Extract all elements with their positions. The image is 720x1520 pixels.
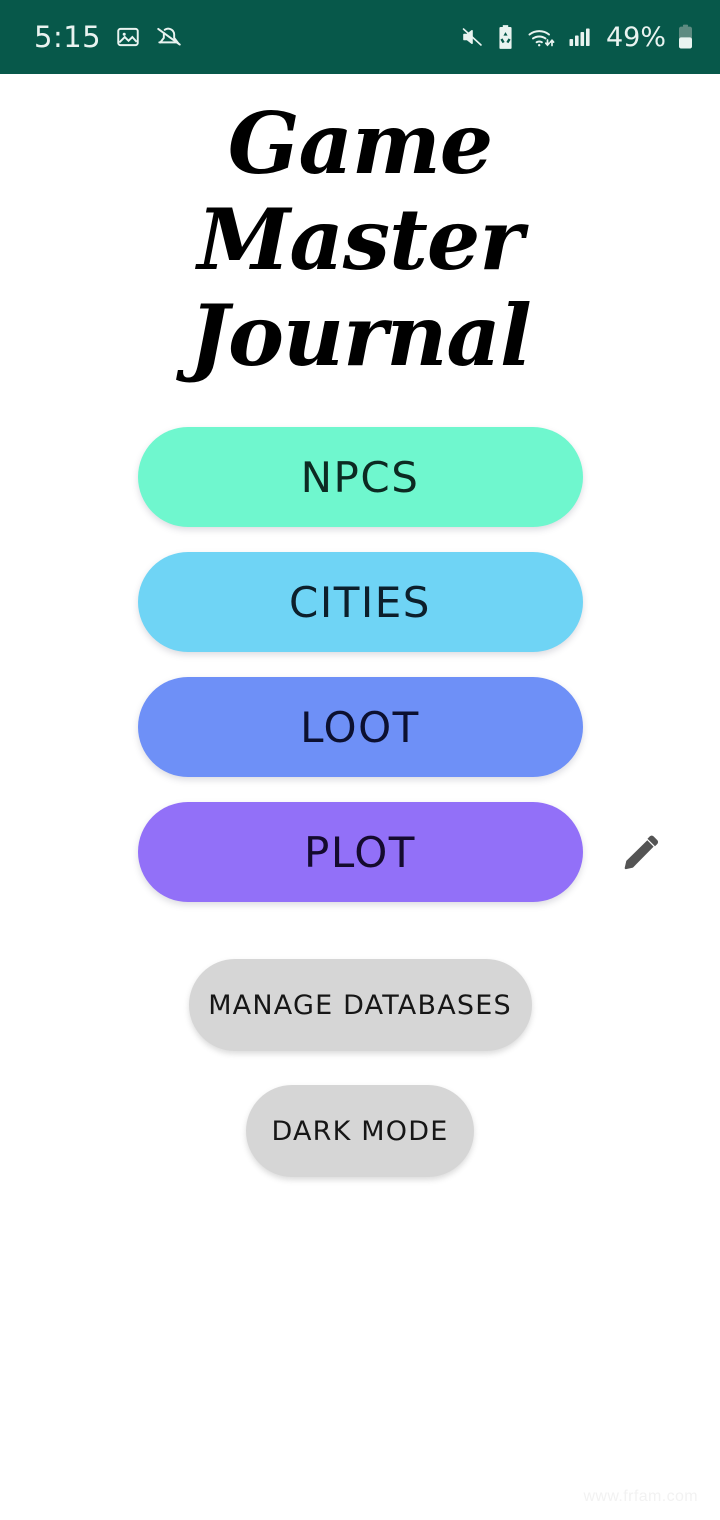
watermark: www.frfam.com <box>583 1488 698 1505</box>
manage-databases-label: MANAGE DATABASES <box>208 989 512 1021</box>
battery-saver-icon <box>496 24 515 50</box>
dark-mode-label: DARK MODE <box>271 1115 449 1147</box>
status-time: 5:15 <box>34 20 102 54</box>
volume-mute-icon <box>459 25 485 49</box>
cellular-signal-icon <box>567 25 593 49</box>
loot-button[interactable]: LOOT <box>137 677 583 778</box>
npcs-button-label: NPCS <box>300 452 420 502</box>
notification-muted-icon <box>155 24 183 50</box>
npcs-button[interactable]: NPCS <box>137 427 583 528</box>
status-bar-left: 5:15 <box>34 20 183 54</box>
loot-button-label: LOOT <box>300 702 420 752</box>
battery-icon <box>677 24 694 50</box>
plot-button-label: PLOT <box>304 827 416 877</box>
pencil-edit-icon <box>620 835 662 876</box>
page-title: Game Master Journal <box>189 94 532 385</box>
manage-databases-button[interactable]: MANAGE DATABASES <box>188 959 532 1052</box>
dark-mode-button[interactable]: DARK MODE <box>246 1085 474 1178</box>
main-nav-buttons: NPCS CITIES LOOT PLOT <box>0 427 720 903</box>
status-bar: 5:15 49% <box>0 0 720 74</box>
edit-button[interactable] <box>620 831 662 873</box>
nav-row-plot: PLOT <box>0 802 720 903</box>
secondary-buttons: MANAGE DATABASES DARK MODE <box>0 959 720 1178</box>
plot-button[interactable]: PLOT <box>137 802 583 903</box>
wifi-data-icon <box>526 25 556 49</box>
gallery-image-icon <box>115 24 141 50</box>
cities-button[interactable]: CITIES <box>137 552 583 653</box>
battery-percent-label: 49% <box>605 21 666 53</box>
nav-row-cities: CITIES <box>0 552 720 653</box>
status-bar-right: 49% <box>459 22 694 53</box>
nav-row-loot: LOOT <box>0 677 720 778</box>
nav-row-npcs: NPCS <box>0 427 720 528</box>
cities-button-label: CITIES <box>289 577 431 627</box>
